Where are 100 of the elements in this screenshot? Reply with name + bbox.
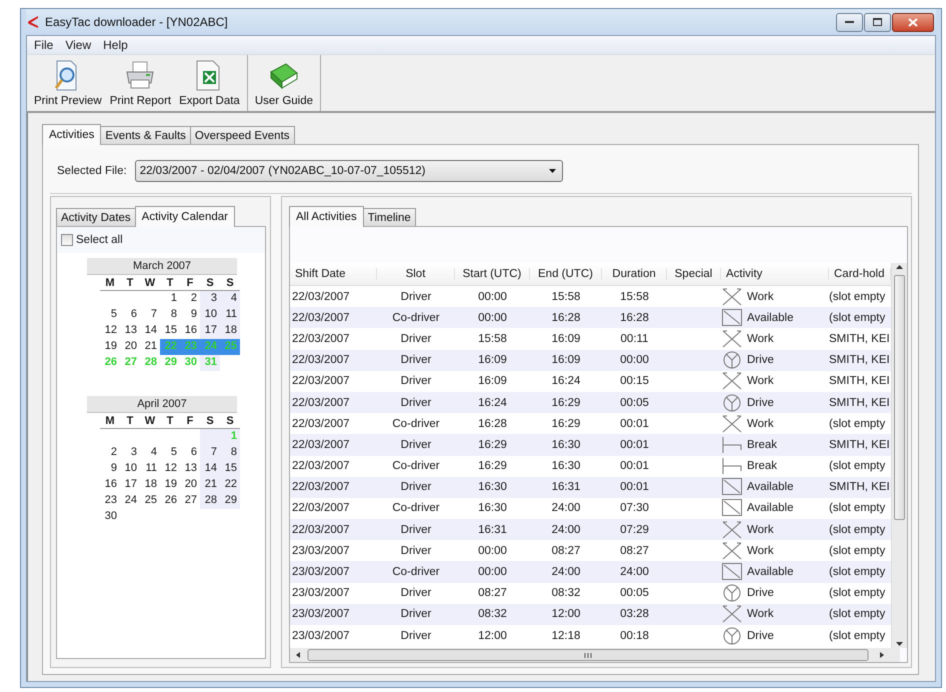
- calendar-day[interactable]: 5: [160, 445, 180, 461]
- tab[interactable]: Activities: [42, 124, 102, 145]
- calendar-day[interactable]: 28: [200, 493, 220, 509]
- calendar-day[interactable]: 3: [120, 445, 140, 461]
- calendar-day[interactable]: 12: [160, 461, 180, 477]
- calendar-day[interactable]: 10: [120, 461, 140, 477]
- table-cell-text: 00:05: [619, 396, 650, 409]
- calendar-day[interactable]: 29: [220, 493, 240, 509]
- table-cell-text: 00:00: [619, 354, 650, 366]
- maximize-button[interactable]: [864, 12, 891, 32]
- vertical-scrollbar[interactable]: [891, 263, 907, 648]
- calendar-day[interactable]: 23: [100, 493, 120, 509]
- calendar-day[interactable]: 16: [100, 477, 120, 493]
- calendar-day[interactable]: 26: [160, 493, 180, 509]
- calendar-day[interactable]: 27: [180, 493, 200, 509]
- calendar-day[interactable]: 19: [100, 339, 120, 355]
- calendar-day[interactable]: 9: [100, 461, 120, 477]
- calendar-day[interactable]: 15: [160, 323, 180, 339]
- calendar-day[interactable]: 11: [220, 307, 240, 323]
- table-cell-text: 24:00: [550, 524, 582, 536]
- column-header[interactable]: Slot: [377, 268, 455, 280]
- calendar-day[interactable]: 7: [200, 445, 220, 461]
- table-cell: Break: [747, 460, 778, 472]
- table-cell-text: 24:00: [619, 566, 650, 578]
- printer-button[interactable]: Print Report: [106, 55, 176, 111]
- calendar-day[interactable]: 7: [140, 307, 160, 323]
- calendar-day[interactable]: 4: [220, 291, 240, 307]
- calendar-day[interactable]: 15: [220, 461, 240, 477]
- table-cell-text: 00:01: [619, 460, 650, 472]
- menu-item[interactable]: File: [29, 37, 58, 53]
- checkbox-label[interactable]: Select all: [76, 234, 123, 246]
- column-header[interactable]: Duration: [602, 268, 667, 280]
- tab[interactable]: Events & Faults: [100, 126, 191, 144]
- table-cell-text: 08:27: [619, 544, 650, 557]
- menu-item[interactable]: View: [60, 37, 96, 53]
- table-cell-text: 08:27: [477, 587, 508, 600]
- tab[interactable]: Activity Calendar: [134, 206, 235, 227]
- tab[interactable]: Overspeed Events: [190, 126, 295, 144]
- table-cell-text: 03:28: [619, 608, 650, 620]
- table-cell-text: Driver: [400, 396, 432, 409]
- weekday-label: W: [140, 413, 160, 429]
- book-button[interactable]: User Guide: [250, 55, 318, 111]
- tab[interactable]: Activity Dates: [56, 208, 136, 226]
- calendar-day[interactable]: 13: [180, 461, 200, 477]
- calendar-day[interactable]: 30: [100, 509, 120, 525]
- close-button[interactable]: [892, 12, 934, 32]
- spreadsheet-button[interactable]: Export Data: [175, 55, 244, 111]
- calendar-day[interactable]: 21: [140, 339, 160, 355]
- calendar-day[interactable]: 11: [140, 461, 160, 477]
- calendar-day[interactable]: 5: [100, 307, 120, 323]
- table-cell-text: 12:18: [550, 630, 582, 642]
- calendar-day[interactable]: 3: [200, 291, 220, 307]
- calendar-day[interactable]: 6: [120, 307, 140, 323]
- calendar-day[interactable]: 2: [180, 291, 200, 307]
- page-magnifier-button[interactable]: Print Preview: [30, 55, 106, 111]
- weekday-label: W: [140, 275, 160, 291]
- table-cell-text: 22/03/2007: [291, 312, 351, 324]
- calendar-day[interactable]: 2: [100, 445, 120, 461]
- calendar-day[interactable]: 1: [160, 291, 180, 307]
- calendar-day[interactable]: 22: [220, 477, 240, 493]
- calendar-day[interactable]: 17: [200, 323, 220, 339]
- calendar-day[interactable]: 8: [160, 307, 180, 323]
- calendar-day[interactable]: 21: [200, 477, 220, 493]
- minimize-button[interactable]: [836, 12, 863, 32]
- calendar-day[interactable]: 12: [100, 323, 120, 339]
- tab[interactable]: Timeline: [362, 208, 416, 226]
- calendar-day[interactable]: 20: [120, 339, 140, 355]
- caret-icon: [548, 169, 556, 173]
- calendar-day[interactable]: 9: [180, 307, 200, 323]
- calendar-day[interactable]: 14: [200, 461, 220, 477]
- tab[interactable]: All Activities: [289, 206, 364, 227]
- calendar-day[interactable]: 25: [140, 493, 160, 509]
- calendar-day[interactable]: 10: [200, 307, 220, 323]
- calendar-day[interactable]: 13: [120, 323, 140, 339]
- calendar-day[interactable]: 8: [220, 445, 240, 461]
- table-cell-text: Driver: [400, 354, 432, 366]
- menu-item[interactable]: Help: [98, 37, 133, 53]
- column-header[interactable]: Start (UTC): [455, 268, 530, 280]
- table-cell: SMITH, KEI: [829, 354, 891, 366]
- column-header[interactable]: Activity: [721, 268, 829, 280]
- calendar-day[interactable]: 24: [120, 493, 140, 509]
- file-dropdown[interactable]: 22/03/2007 - 02/04/2007 (YN02ABC_10-07-07_105512): [134, 160, 563, 182]
- calendar-day[interactable]: 18: [220, 323, 240, 339]
- calendar-day[interactable]: 6: [180, 445, 200, 461]
- table-cell-text: 16:24: [550, 375, 582, 388]
- table-cell-text: Co-driver: [391, 418, 441, 430]
- calendar-day[interactable]: 14: [140, 323, 160, 339]
- table-cell-text: 23/03/2007: [291, 630, 351, 642]
- table-cell-text: 16:24: [477, 396, 508, 409]
- checkbox[interactable]: [61, 234, 73, 246]
- calendar-day[interactable]: 16: [180, 323, 200, 339]
- calendar-day[interactable]: 19: [160, 477, 180, 493]
- column-header[interactable]: End (UTC): [530, 268, 602, 280]
- column-header[interactable]: Shift Date: [290, 268, 377, 280]
- calendar-day[interactable]: 17: [120, 477, 140, 493]
- calendar-day[interactable]: 20: [180, 477, 200, 493]
- column-header[interactable]: Special: [667, 268, 721, 280]
- calendar-day[interactable]: 4: [140, 445, 160, 461]
- horizontal-scrollbar[interactable]: [290, 648, 900, 662]
- calendar-day[interactable]: 18: [140, 477, 160, 493]
